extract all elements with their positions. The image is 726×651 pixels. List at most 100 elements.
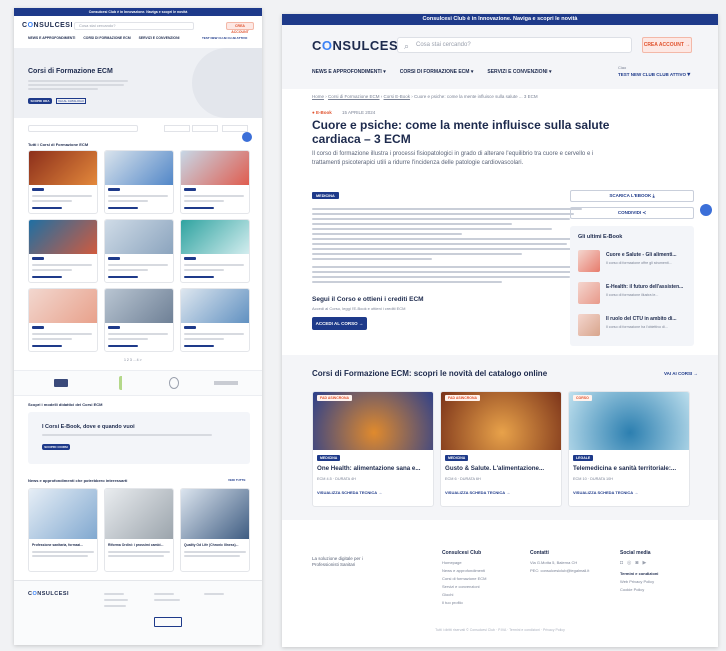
ebook-subtitle: Il corso di formazione ha l'obiettivo di… (606, 325, 668, 329)
content-type-badge: ● E-Book (312, 110, 332, 115)
ebook-item[interactable]: Cuore e Salute - Gli alimenti... Il cors… (578, 250, 688, 276)
course-card[interactable] (104, 219, 174, 283)
footer-link[interactable]: PEC: consulcesiclub@legalmail.it (530, 568, 616, 573)
course-tag (184, 326, 196, 329)
course-tag (184, 188, 196, 191)
nav-courses[interactable]: CORSI DI FORMAZIONE ECM (83, 36, 130, 40)
footer-link[interactable]: Homepage (442, 560, 528, 565)
filter-select-1[interactable] (164, 125, 190, 132)
download-ebook-button[interactable]: SCARICA L'EBOOK ⤓ (570, 190, 694, 202)
account-menu[interactable]: TEST NEW CLUB CLUB ATTIVO (202, 36, 247, 40)
footer-link[interactable]: News e approfondimenti (442, 568, 528, 573)
footer-link[interactable]: Giochi (442, 592, 528, 597)
breadcrumb-link[interactable]: Corsi E-Book (384, 94, 411, 99)
filter-select-3[interactable] (222, 125, 248, 132)
topbar-text: Consulcesi Club è in Innovazione. Naviga… (422, 16, 578, 22)
course-search-input[interactable] (28, 125, 138, 132)
course-format-badge: CORSO (573, 395, 592, 401)
footer-link[interactable]: Via G.Motta 5, Balerna CH (530, 560, 616, 565)
news-see-all-link[interactable]: VEDI TUTTE (228, 478, 246, 482)
course-category-tag: LEGALE (573, 455, 594, 461)
course-image (181, 289, 249, 323)
footer-link[interactable]: Il tuo profilo (442, 600, 528, 605)
article-text-line (312, 248, 574, 250)
logo[interactable]: CONSULCESI (22, 22, 73, 29)
course-tag (108, 326, 120, 329)
hero-section: Corsi di Formazione ECM SCOPRI ORA VAI A… (14, 48, 262, 118)
category-tag[interactable]: MEDICINA (312, 192, 339, 199)
course-card[interactable] (28, 219, 98, 283)
course-card[interactable] (28, 150, 98, 214)
article-text-line (312, 281, 502, 283)
course-card[interactable] (104, 288, 174, 352)
catalog-course-card[interactable]: FAD ASINCRONA MEDICINA Gusto & Salute. L… (440, 391, 562, 507)
filter-select-2[interactable] (192, 125, 218, 132)
catalog-course-card[interactable]: CORSO LEGALE Telemedicina e sanità terri… (568, 391, 690, 507)
course-card[interactable] (180, 219, 250, 283)
footer-link[interactable]: Servizi e convenzioni (442, 584, 528, 589)
article-text-line (312, 266, 582, 268)
breadcrumb-link[interactable]: Corsi di Formazione ECM (328, 94, 380, 99)
chat-bubble-icon[interactable] (700, 204, 712, 216)
course-details-link[interactable]: VISUALIZZA SCHEDA TECNICA → (317, 490, 382, 495)
course-card[interactable] (180, 150, 250, 214)
search-input[interactable]: ⌕ Cosa stai cercando? (397, 37, 632, 53)
news-card[interactable]: Quality Od Life (Chronic Illness)... (180, 488, 250, 572)
course-details-link[interactable]: VISUALIZZA SCHEDA TECNICA → (573, 490, 638, 495)
footer-link[interactable]: Termini e condizioni (620, 571, 706, 576)
ebook-item[interactable]: Il ruolo del CTU in ambito di... Il cors… (578, 314, 688, 340)
nav-news[interactable]: NEWS E APPROFONDIMENTI ▾ (312, 69, 386, 75)
search-icon: ⌕ (404, 41, 410, 51)
course-tag (184, 257, 196, 260)
courses-list-title: Tutti i Corsi di Formazione ECM (28, 142, 89, 147)
hero-catalog-button[interactable]: VAI AL CATALOGO (56, 98, 86, 104)
facebook-icon[interactable]: ◘ (620, 560, 627, 566)
ebook-item[interactable]: E-Health: il futuro dell'assisten... Il … (578, 282, 688, 308)
hero-decoration (192, 48, 262, 118)
chevron-down-icon: ▾ (470, 69, 474, 75)
nav-news[interactable]: NEWS E APPROFONDIMENTI (28, 36, 75, 40)
chat-bubble-icon[interactable] (242, 132, 252, 142)
breadcrumb-link[interactable]: Home (312, 94, 324, 99)
access-course-button[interactable]: ACCEDI AL CORSO → (312, 317, 367, 330)
article-text-line (312, 218, 570, 220)
create-account-button[interactable]: CREA ACCOUNT → (642, 37, 692, 53)
create-account-button[interactable]: CREA ACCOUNT (226, 22, 254, 34)
course-card[interactable] (28, 288, 98, 352)
nav-services[interactable]: SERVIZI E CONVENZIONI (139, 36, 180, 40)
nav-services[interactable]: SERVIZI E CONVENZIONI ▾ (487, 69, 551, 75)
course-title: Telemedicina e sanità territoriale:... (573, 465, 677, 472)
latest-ebooks-box: Gli ultimi E-Book Cuore e Salute - Gli a… (570, 226, 694, 346)
pagination[interactable]: 1 2 3 ... 4 > (124, 358, 142, 362)
share-button[interactable]: CONDIVIDI ≺ (570, 207, 694, 219)
course-card[interactable] (180, 288, 250, 352)
youtube-icon[interactable]: ▶ (642, 560, 650, 566)
catalog-all-link[interactable]: VAI AI CORSI → (664, 371, 698, 376)
hero-discover-button[interactable]: SCOPRI ORA (28, 98, 52, 104)
footer-link[interactable]: Web Privacy Policy (620, 579, 706, 584)
article-text-line (312, 243, 567, 245)
ebook-promo-button[interactable]: SCOPRI I CORSI (42, 444, 70, 450)
news-card[interactable]: Riforma Ordini: i prossimi cambi... (104, 488, 174, 572)
course-tag (32, 188, 44, 191)
app-store-badge[interactable] (154, 617, 182, 627)
footer-link[interactable]: Cookie Policy (620, 587, 706, 592)
account-menu[interactable]: TEST NEW CLUB CLUB ATTIVO ▾ (618, 71, 690, 78)
nav-courses[interactable]: CORSI DI FORMAZIONE ECM ▾ (400, 69, 474, 75)
course-meta: ECM 6 · DURATA 6H (445, 477, 481, 481)
course-image (105, 289, 173, 323)
publish-date: 15 APRILE 2024 (342, 110, 376, 115)
catalog-course-card[interactable]: FAD ASINCRONA MEDICINA One Health: alime… (312, 391, 434, 507)
ebook-thumbnail (578, 282, 600, 304)
course-details-link[interactable]: VISUALIZZA SCHEDA TECNICA → (445, 490, 510, 495)
search-input[interactable]: Cosa stai cercando? (74, 22, 194, 30)
course-card[interactable] (104, 150, 174, 214)
footer: CONSULCESI (14, 580, 262, 645)
partners-strip (14, 370, 262, 396)
footer-copyright: Tutti i diritti riservati © Consulcesi C… (435, 628, 565, 632)
breadcrumb-current: Cuore e psiche: come la mente influisce … (414, 94, 538, 99)
footer-link[interactable]: Corsi di formazione ECM (442, 576, 528, 581)
news-card[interactable]: Professione sanitaria, formazi... (28, 488, 98, 572)
chevron-down-icon: ▾ (548, 69, 552, 75)
partner-logo-1 (54, 379, 68, 387)
